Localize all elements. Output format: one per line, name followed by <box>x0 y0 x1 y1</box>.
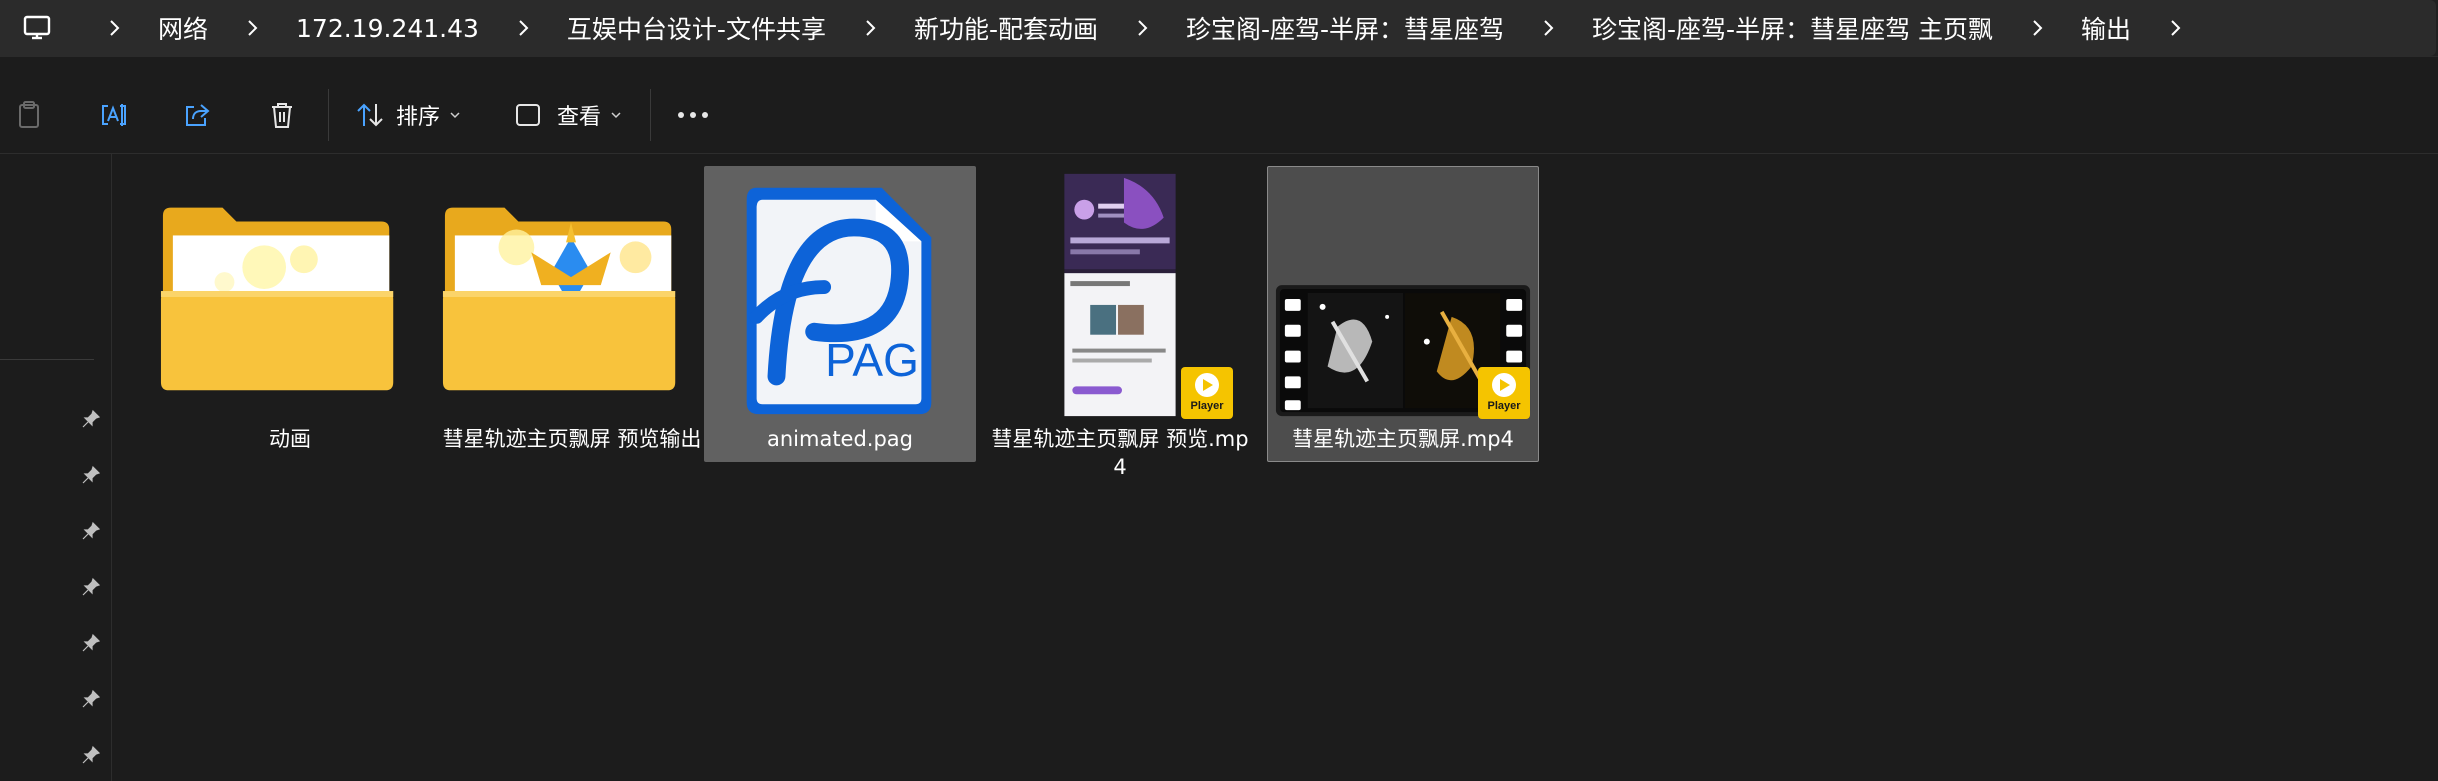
pin-icon[interactable] <box>80 520 102 542</box>
file-item-folder-preview-output[interactable]: 彗星轨迹主页飘屏 预览输出 <box>436 166 708 462</box>
pag-icon-text: PAG <box>825 334 919 386</box>
player-badge: Player <box>1181 367 1233 419</box>
file-list: 动画 彗星轨迹主页飘屏 预览输出 PAG animated.pag Player… <box>112 154 2438 781</box>
toolbar-separator <box>650 89 651 141</box>
file-name: animated.pag <box>766 427 914 451</box>
chevron-right-icon[interactable] <box>512 17 534 39</box>
chevron-down-icon <box>450 112 460 119</box>
chevron-right-icon[interactable] <box>859 17 881 39</box>
player-badge: Player <box>1478 367 1530 419</box>
sort-button[interactable]: 排序 <box>354 92 462 138</box>
more-icon <box>678 112 708 118</box>
folder-icon <box>160 207 394 391</box>
breadcrumb-item-network[interactable]: 网络 <box>154 10 212 46</box>
share-icon <box>186 104 210 126</box>
view-icon <box>516 104 540 126</box>
file-item-animated-pag[interactable]: PAG animated.pag <box>704 166 976 462</box>
rename-button[interactable] <box>91 92 137 138</box>
delete-icon <box>272 103 292 128</box>
player-badge-text: Player <box>1487 400 1521 412</box>
pin-icon[interactable] <box>80 576 102 598</box>
pin-icon[interactable] <box>80 688 102 710</box>
chevron-right-icon[interactable] <box>2164 17 2186 39</box>
sort-icon <box>357 103 383 127</box>
delete-button[interactable] <box>259 92 305 138</box>
sort-label: 排序 <box>396 105 441 130</box>
play-icon <box>1195 373 1219 397</box>
file-item-folder-animation[interactable]: 动画 <box>154 166 426 462</box>
clipboard-icon <box>19 101 39 128</box>
more-options-button[interactable] <box>670 92 716 138</box>
chevron-right-icon[interactable] <box>2026 17 2048 39</box>
paste-button[interactable] <box>6 92 52 138</box>
pin-icon[interactable] <box>80 632 102 654</box>
file-name: 彗星轨迹主页飘屏 预览输出 <box>442 427 702 451</box>
rename-icon <box>102 104 126 126</box>
share-button[interactable] <box>174 92 220 138</box>
command-bar: 排序 查看 <box>0 82 2438 148</box>
breadcrumb-item-share[interactable]: 互娱中台设计-文件共享 <box>563 10 830 46</box>
chevron-right-icon[interactable] <box>1131 17 1153 39</box>
breadcrumb[interactable]: 网络 172.19.241.43 互娱中台设计-文件共享 新功能-配套动画 珍宝… <box>0 0 2436 56</box>
chevron-right-icon[interactable] <box>103 17 125 39</box>
pin-icon[interactable] <box>80 744 102 766</box>
breadcrumb-item-homepage[interactable]: 珍宝阁-座驾-半屏：彗星座驾 主页飘 <box>1588 10 1997 46</box>
pin-icon[interactable] <box>80 408 102 430</box>
file-name: 动画 <box>269 427 311 451</box>
address-bar: 网络 172.19.241.43 互娱中台设计-文件共享 新功能-配套动画 珍宝… <box>0 0 2438 57</box>
this-pc-icon[interactable] <box>22 14 52 42</box>
play-icon <box>1492 373 1516 397</box>
file-name: 彗星轨迹主页飘屏 预览.mp4 <box>991 427 1249 479</box>
breadcrumb-item-feature[interactable]: 新功能-配套动画 <box>910 10 1102 46</box>
file-item-preview-mp4[interactable]: Player 彗星轨迹主页飘屏 预览.mp4 <box>984 166 1256 479</box>
breadcrumb-item-server[interactable]: 172.19.241.43 <box>292 14 483 43</box>
breadcrumb-item-output[interactable]: 输出 <box>2077 10 2135 46</box>
file-item-comet-mp4[interactable]: Player 彗星轨迹主页飘屏.mp4 <box>1267 166 1539 462</box>
pin-icon[interactable] <box>80 464 102 486</box>
chevron-down-icon <box>611 112 621 119</box>
chevron-right-icon[interactable] <box>241 17 263 39</box>
navigation-pane[interactable] <box>0 154 112 781</box>
file-name: 彗星轨迹主页飘屏.mp4 <box>1292 427 1514 451</box>
view-button[interactable]: 查看 <box>513 92 623 138</box>
view-label: 查看 <box>557 105 602 130</box>
nav-divider <box>0 359 94 360</box>
player-badge-text: Player <box>1190 400 1224 412</box>
chevron-right-icon[interactable] <box>1537 17 1559 39</box>
breadcrumb-item-vehicle[interactable]: 珍宝阁-座驾-半屏：彗星座驾 <box>1182 10 1508 46</box>
folder-icon <box>442 207 676 391</box>
toolbar-separator <box>328 89 329 141</box>
